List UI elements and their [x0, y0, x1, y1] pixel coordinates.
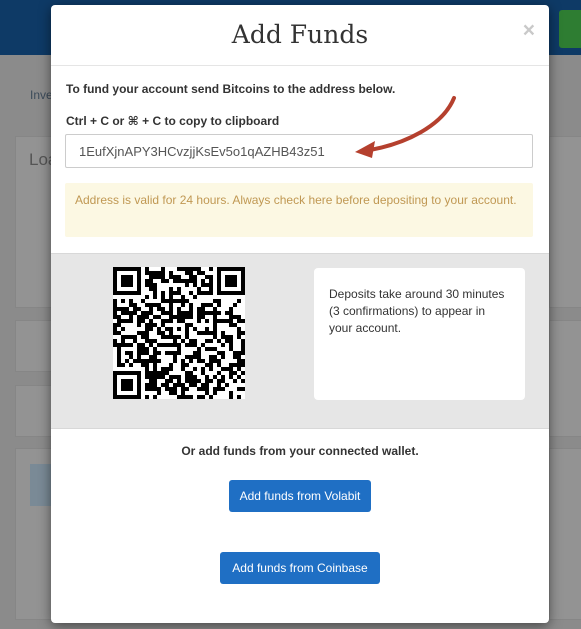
copy-hint-label: Ctrl + C or ⌘ + C to copy to clipboard [66, 114, 280, 128]
qr-code [113, 267, 245, 399]
background-top-button [559, 10, 581, 48]
address-validity-notice: Address is valid for 24 hours. Always ch… [65, 183, 533, 237]
close-icon[interactable]: × [523, 20, 535, 41]
modal-title: Add Funds [231, 20, 369, 49]
background-nav-link: Inve [30, 88, 53, 102]
add-funds-volabit-button[interactable]: Add funds from Volabit [229, 480, 371, 512]
annotation-arrow [355, 96, 456, 158]
background-panel-right [549, 136, 581, 308]
add-funds-modal: Add Funds × To fund your account send Bi… [51, 5, 549, 623]
instruction-text: To fund your account send Bitcoins to th… [66, 82, 396, 96]
background-avatar [30, 464, 52, 506]
modal-header: Add Funds × [51, 5, 549, 66]
background-panel-right-3 [549, 448, 581, 620]
background-panel-right-2 [549, 320, 581, 437]
connected-wallet-label: Or add funds from your connected wallet. [181, 444, 419, 458]
deposit-info-text: Deposits take around 30 minutes (3 confi… [329, 287, 505, 335]
deposit-info-box: Deposits take around 30 minutes (3 confi… [314, 268, 525, 400]
qr-section: Deposits take around 30 minutes (3 confi… [51, 253, 549, 429]
add-funds-coinbase-button[interactable]: Add funds from Coinbase [220, 552, 380, 584]
